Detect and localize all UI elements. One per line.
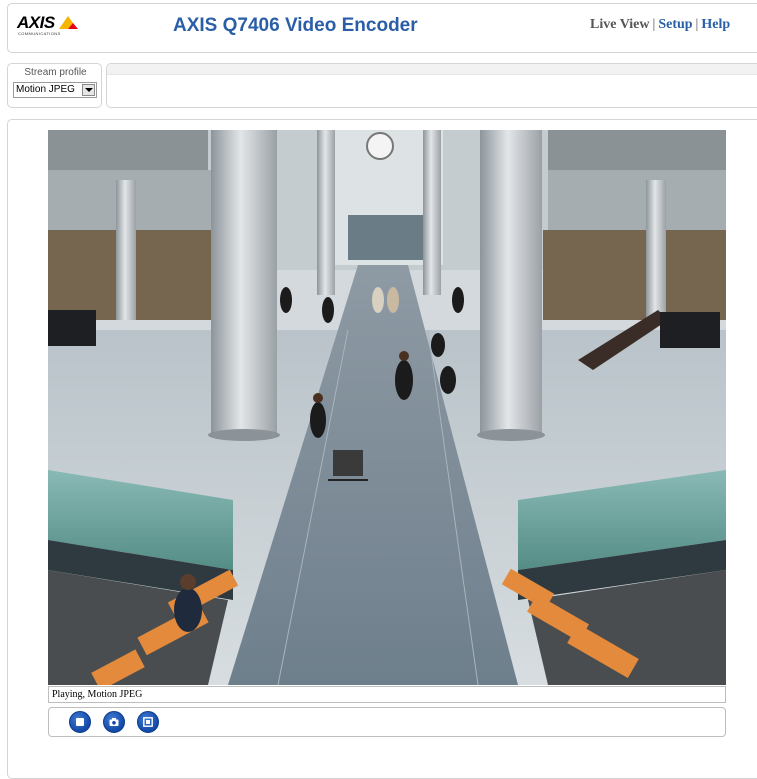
nav-help[interactable]: Help (701, 17, 730, 32)
snapshot-icon (109, 718, 119, 726)
snapshot-button[interactable] (103, 711, 125, 733)
stream-profile-label: Stream profile (24, 67, 87, 78)
nav-separator: | (652, 17, 656, 32)
live-view-panel: Playing, Motion JPEG (7, 119, 757, 779)
toolbar-panel (106, 63, 757, 108)
logo-subtext: COMMUNICATIONS (18, 31, 61, 36)
stream-profile-panel: Stream profile Motion JPEG (7, 63, 102, 108)
header-bar: AXIS COMMUNICATIONS AXIS Q7406 Video Enc… (7, 3, 757, 53)
video-frame-image (48, 130, 726, 685)
fullscreen-button[interactable] (137, 711, 159, 733)
nav-setup[interactable]: Setup (658, 17, 692, 32)
product-title: AXIS Q7406 Video Encoder (173, 15, 418, 36)
stream-profile-select[interactable]: Motion JPEG (13, 82, 97, 98)
chevron-down-icon[interactable] (82, 84, 95, 96)
logo-text: AXIS (17, 13, 55, 32)
video-status-text: Playing, Motion JPEG (48, 686, 726, 703)
nav-live-view[interactable]: Live View (590, 17, 650, 32)
logo-accent-icon (68, 23, 78, 29)
stop-button[interactable] (69, 711, 91, 733)
axis-logo[interactable]: AXIS COMMUNICATIONS (17, 13, 87, 39)
stop-icon (76, 718, 84, 726)
toolbar-strip (107, 64, 757, 75)
video-control-bar (48, 707, 726, 737)
top-nav: Live View | Setup | Help (590, 17, 730, 33)
fullscreen-icon (143, 717, 153, 727)
video-stream[interactable] (48, 130, 726, 685)
stream-profile-value: Motion JPEG (16, 84, 75, 95)
